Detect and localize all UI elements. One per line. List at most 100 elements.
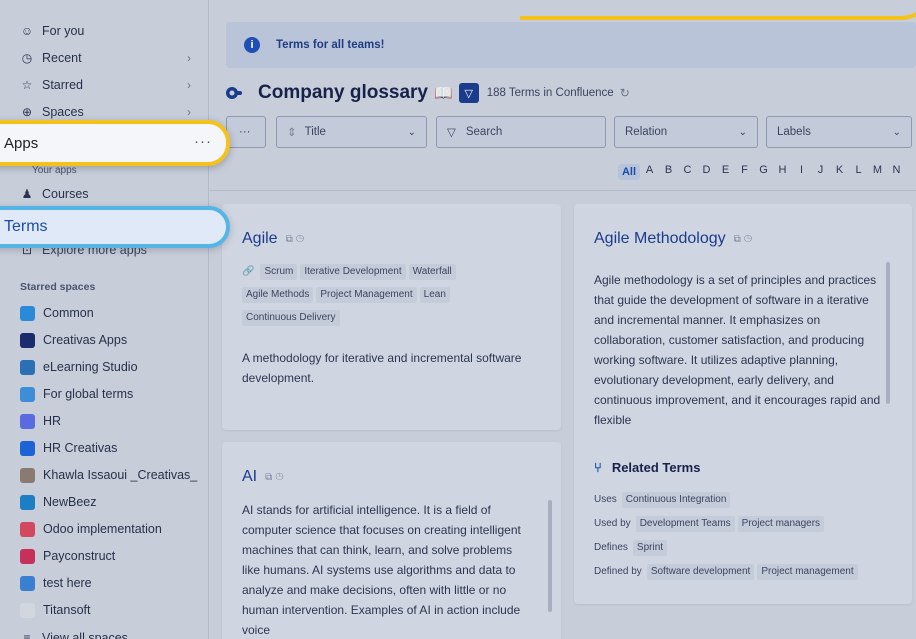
space-avatar-icon <box>20 359 35 375</box>
starred-space-item[interactable]: HR <box>20 411 61 431</box>
letter-filter-i[interactable]: I <box>792 164 811 180</box>
starred-space-item[interactable]: Creativas Apps <box>20 330 127 350</box>
space-label: Odoo implementation <box>43 522 162 536</box>
tag-chip[interactable]: Agile Methods <box>242 287 314 303</box>
nav-recent[interactable]: ◷ Recent › <box>20 48 195 68</box>
letter-filter-c[interactable]: C <box>678 164 697 180</box>
tag-chip[interactable]: Iterative Development <box>300 264 406 280</box>
scrollbar[interactable] <box>548 500 552 612</box>
tag-chip[interactable]: Continuous Delivery <box>242 310 340 326</box>
term-card-agile[interactable]: Agile ⧉◷ 🔗 Scrum Iterative Development Wate… <box>222 204 561 430</box>
relation-row: Defined by Software development Project ma… <box>594 564 861 580</box>
space-label: Titansoft <box>43 603 91 617</box>
terms-label: Terms <box>4 218 48 235</box>
select-value: Title <box>304 126 326 138</box>
starred-space-item[interactable]: For global terms <box>20 384 133 404</box>
space-label: For global terms <box>43 387 134 401</box>
space-avatar-icon <box>20 413 35 429</box>
sidebar: ☺ For you ◷ Recent › ☆ Starred › ⊕ Space… <box>0 0 209 639</box>
info-banner: i Terms for all teams! <box>226 22 916 68</box>
letter-filter-b[interactable]: B <box>659 164 678 180</box>
chevron-right-icon: › <box>187 105 191 119</box>
apps-section-highlight[interactable]: Apps ··· <box>0 120 230 166</box>
globe-icon: ⊕ <box>21 105 33 119</box>
filter-bar: ··· ⇕ Title ⌄ ▽ Search Relation ⌄ Labels… <box>226 116 916 148</box>
starred-space-item[interactable]: Odoo implementation <box>20 519 162 539</box>
letter-filter-a[interactable]: A <box>640 164 659 180</box>
space-label: Creativas Apps <box>43 333 128 347</box>
tag-chip[interactable]: Scrum <box>260 264 298 280</box>
related-term-chip[interactable]: Sprint <box>632 540 668 556</box>
term-title-text: Agile <box>242 230 278 247</box>
more-icon[interactable]: ··· <box>194 133 212 150</box>
tag-row: Agile Methods Project Management Lean <box>242 283 542 306</box>
space-label: HR Creativas <box>43 441 118 455</box>
term-card-agile-methodology[interactable]: Agile Methodology ⧉◷ Agile methodology i… <box>574 204 912 604</box>
letter-filter-g[interactable]: G <box>754 164 773 180</box>
relation-select[interactable]: Relation ⌄ <box>614 116 758 148</box>
title-sort-select[interactable]: ⇕ Title ⌄ <box>276 116 427 148</box>
term-title[interactable]: AI ⧉◷ <box>242 468 286 486</box>
term-title-text: AI <box>242 468 258 485</box>
space-label: NewBeez <box>43 495 97 509</box>
related-term-chip[interactable]: Project managers <box>737 516 825 532</box>
term-title[interactable]: Agile Methodology ⧉◷ <box>594 230 755 248</box>
term-description: Agile methodology is a set of principles… <box>594 273 881 427</box>
more-options-button[interactable]: ··· <box>226 116 266 148</box>
letter-filter-m[interactable]: M <box>868 164 887 180</box>
sidebar-item-terms[interactable]: Terms <box>0 206 230 248</box>
copy-history-icons[interactable]: ⧉◷ <box>734 234 755 245</box>
starred-space-item[interactable]: NewBeez <box>20 492 97 512</box>
related-term-chip[interactable]: Continuous Integration <box>621 492 731 508</box>
tag-chip[interactable]: Waterfall <box>408 264 456 280</box>
nav-label: View all spaces <box>42 631 128 639</box>
filter-button[interactable]: ▽ <box>458 83 479 103</box>
nav-courses[interactable]: ♟ Courses <box>20 184 195 204</box>
letter-filter-n[interactable]: N <box>887 164 906 180</box>
nav-label: Starred <box>42 78 83 92</box>
clock-icon: ◷ <box>21 51 33 65</box>
starred-space-item[interactable]: eLearning Studio <box>20 357 138 377</box>
scrollbar[interactable] <box>886 262 890 404</box>
starred-space-item[interactable]: Common <box>20 303 94 323</box>
space-avatar-icon <box>20 440 35 456</box>
filter-icon: ▽ <box>447 127 456 139</box>
copy-history-icons[interactable]: ⧉◷ <box>286 234 307 245</box>
related-term-chip[interactable]: Project management <box>757 564 858 580</box>
term-title[interactable]: Agile ⧉◷ <box>242 230 307 248</box>
letter-filter-k[interactable]: K <box>830 164 849 180</box>
space-label: eLearning Studio <box>43 360 138 374</box>
relation-kind: Defined by <box>594 566 642 577</box>
nav-starred[interactable]: ☆ Starred › <box>20 75 195 95</box>
search-placeholder: Search <box>465 126 503 138</box>
letter-filter-e[interactable]: E <box>716 164 735 180</box>
nav-label: For you <box>42 24 85 38</box>
nav-spaces[interactable]: ⊕ Spaces › <box>20 102 195 122</box>
labels-select[interactable]: Labels ⌄ <box>766 116 912 148</box>
search-input[interactable]: ▽ Search <box>436 116 606 148</box>
letter-filter-f[interactable]: F <box>735 164 754 180</box>
tag-chip[interactable]: Lean <box>419 287 450 303</box>
letter-filter-h[interactable]: H <box>773 164 792 180</box>
letter-filter-j[interactable]: J <box>811 164 830 180</box>
chevron-down-icon: ⌄ <box>738 126 747 138</box>
space-label: Payconstruct <box>43 549 116 563</box>
tag-chip[interactable]: Project Management <box>316 287 417 303</box>
term-description: A methodology for iterative and incremen… <box>242 351 522 385</box>
sync-icon[interactable]: ↻ <box>620 86 630 100</box>
nav-for-you[interactable]: ☺ For you <box>20 21 195 41</box>
starred-space-item[interactable]: HR Creativas <box>20 438 117 458</box>
letter-filter-l[interactable]: L <box>849 164 868 180</box>
starred-space-item[interactable]: Titansoft <box>20 600 90 620</box>
term-card-ai[interactable]: AI ⧉◷ AI stands for artificial intellige… <box>222 442 561 639</box>
letter-filter-all[interactable]: All <box>618 164 640 180</box>
related-term-chip[interactable]: Software development <box>646 564 755 580</box>
page-title: Company glossary <box>258 82 428 103</box>
copy-history-icons[interactable]: ⧉◷ <box>265 472 286 483</box>
starred-space-item[interactable]: test here <box>20 573 92 593</box>
starred-space-item[interactable]: Khawla Issaoui _Creativas_ <box>20 465 197 485</box>
related-term-chip[interactable]: Development Teams <box>635 516 735 532</box>
letter-filter-d[interactable]: D <box>697 164 716 180</box>
nav-view-all-spaces[interactable]: ≡ View all spaces <box>20 628 195 639</box>
starred-space-item[interactable]: Payconstruct <box>20 546 115 566</box>
